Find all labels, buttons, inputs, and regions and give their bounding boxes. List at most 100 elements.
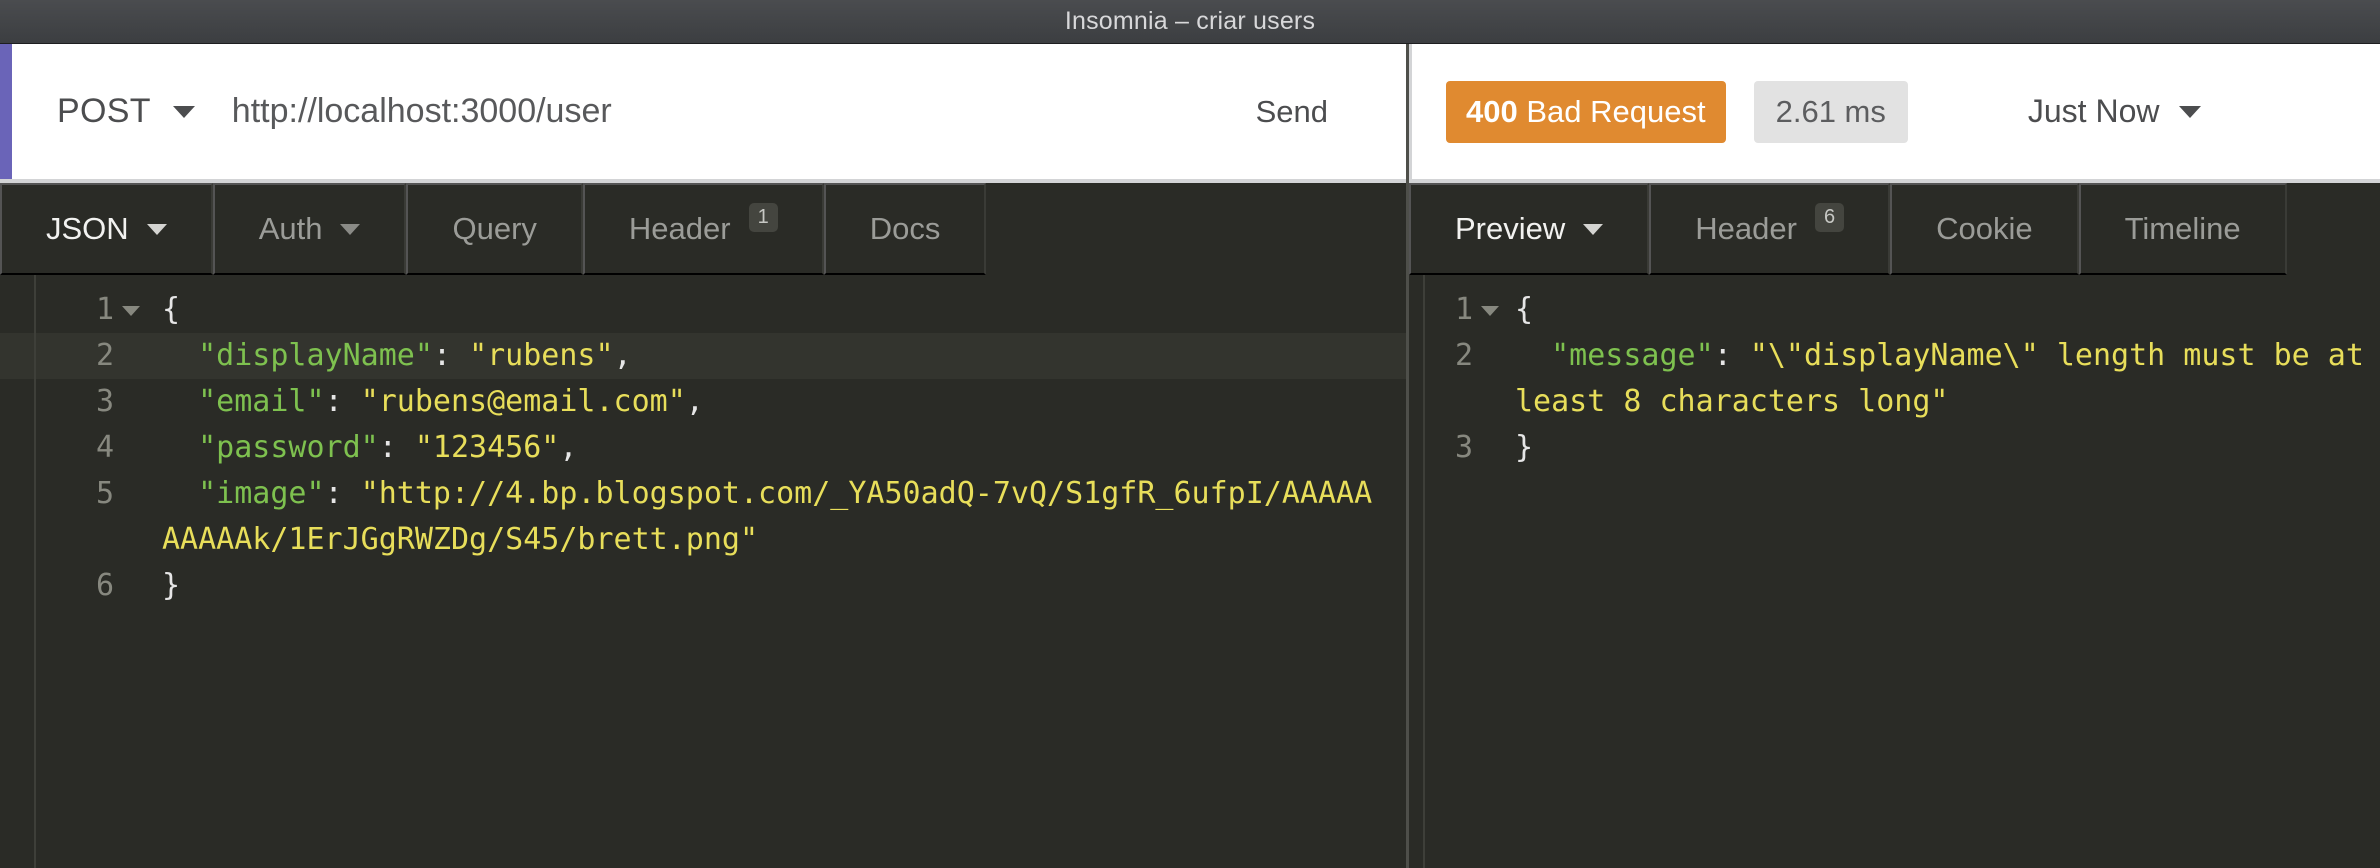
chevron-down-icon: [340, 223, 361, 235]
http-method-label: POST: [57, 92, 151, 130]
tab-request-header[interactable]: Header 1: [582, 183, 824, 275]
code-line: 3 "email": "rubens@email.com",: [0, 379, 1406, 425]
request-tab-bar: JSON Auth Query Header 1 Docs: [0, 183, 1406, 275]
tab-request-docs[interactable]: Docs: [823, 183, 987, 275]
token-punct: ,: [685, 384, 704, 419]
code-line: 1{: [1409, 287, 2380, 333]
tab-count-badge: 1: [748, 203, 778, 232]
code-content: "image": "http://4.bp.blogspot.com/_YA50…: [140, 471, 1406, 563]
token-str: "123456": [414, 430, 560, 465]
token-punct: [162, 338, 198, 373]
tab-response-header[interactable]: Header 6: [1649, 183, 1891, 275]
token-punct: :: [1713, 338, 1750, 373]
code-content: "email": "rubens@email.com",: [140, 379, 1406, 425]
code-content: }: [140, 563, 1406, 609]
code-line: 5 "image": "http://4.bp.blogspot.com/_YA…: [0, 471, 1406, 563]
response-pane: 400 Bad Request 2.61 ms Just Now Preview…: [1406, 44, 2380, 868]
tab-response-preview[interactable]: Preview: [1409, 183, 1650, 275]
token-punct: {: [162, 292, 181, 327]
workspace-accent-stripe: [0, 44, 12, 179]
fold-toggle-icon[interactable]: [1481, 305, 1499, 316]
code-line: 1{: [0, 287, 1406, 333]
token-punct: :: [324, 384, 361, 419]
fold-toggle-icon[interactable]: [122, 305, 140, 316]
token-key: "email": [198, 384, 325, 419]
code-content: {: [140, 287, 1406, 333]
response-tab-bar: Preview Header 6 Cookie Timeline: [1409, 183, 2380, 275]
tab-label: Header: [1695, 211, 1797, 246]
line-number: 1: [0, 287, 140, 333]
line-number: 5: [95, 476, 114, 511]
insomnia-window: Insomnia – criar users POST http://local…: [0, 0, 2380, 868]
code-content: "displayName": "rubens",: [140, 333, 1406, 379]
token-punct: {: [1515, 292, 1534, 327]
code-content: }: [1499, 425, 2380, 471]
token-punct: :: [432, 338, 470, 373]
tab-label: Docs: [869, 211, 941, 246]
tab-request-json[interactable]: JSON: [0, 183, 213, 275]
tab-request-auth[interactable]: Auth: [212, 183, 407, 275]
tab-label: Preview: [1455, 211, 1566, 246]
token-str: "rubens": [469, 338, 614, 373]
line-number: 2: [1454, 338, 1473, 373]
chevron-down-icon: [172, 105, 195, 118]
line-number: 4: [95, 430, 114, 465]
tab-response-timeline[interactable]: Timeline: [2078, 183, 2287, 275]
line-number: 3: [95, 384, 114, 419]
url-input[interactable]: http://localhost:3000/user: [232, 92, 1256, 131]
status-text: Bad Request: [1517, 93, 1706, 129]
line-number: 6: [95, 568, 114, 603]
token-key: "image": [198, 476, 325, 511]
code-line: 6}: [0, 563, 1406, 609]
title-bar: Insomnia – criar users: [0, 0, 2380, 44]
response-time-badge: 2.61 ms: [1753, 80, 1908, 143]
token-punct: ,: [613, 338, 632, 373]
response-body-viewer[interactable]: 1{2 "message": "\"displayName\" length m…: [1409, 275, 2380, 868]
code-content: "password": "123456",: [140, 425, 1406, 471]
chevron-down-icon: [146, 223, 167, 235]
token-str: "rubens@email.com": [360, 384, 686, 419]
token-punct: [162, 430, 198, 465]
token-punct: }: [162, 568, 181, 603]
code-line: 4 "password": "123456",: [0, 425, 1406, 471]
tab-response-cookie[interactable]: Cookie: [1890, 183, 2079, 275]
request-body-editor[interactable]: 1{2 "displayName": "rubens", 3 "email": "…: [0, 275, 1406, 868]
token-key: "message": [1551, 338, 1714, 373]
code-content: {: [1499, 287, 2380, 333]
send-button[interactable]: Send: [1256, 94, 1328, 130]
response-status-bar: 400 Bad Request 2.61 ms Just Now: [1409, 44, 2380, 183]
request-pane: POST http://localhost:3000/user Send JSO…: [0, 44, 1406, 868]
chevron-down-icon: [2179, 105, 2202, 118]
tab-label: Query: [452, 211, 537, 246]
tab-count-badge: 6: [1814, 203, 1845, 232]
token-punct: [1515, 338, 1551, 373]
http-method-dropdown[interactable]: POST: [57, 92, 195, 131]
code-line: 2 "displayName": "rubens",: [0, 333, 1406, 379]
response-history-dropdown[interactable]: Just Now: [2028, 93, 2202, 130]
tab-request-query[interactable]: Query: [406, 183, 583, 275]
tab-label: Timeline: [2124, 211, 2241, 246]
code-line: 2 "message": "\"displayName\" length mus…: [1409, 333, 2380, 425]
line-number: 1: [1409, 287, 1499, 333]
chevron-down-icon: [1583, 223, 1604, 235]
line-number: 3: [1454, 430, 1473, 465]
status-code: 400: [1466, 93, 1518, 129]
token-key: "displayName": [198, 338, 433, 373]
line-number: 2: [95, 338, 114, 373]
token-punct: [162, 384, 198, 419]
tab-label: Cookie: [1936, 211, 2033, 246]
response-history-label: Just Now: [2027, 93, 2160, 129]
token-punct: :: [378, 430, 415, 465]
status-badge[interactable]: 400 Bad Request: [1446, 80, 1726, 143]
token-key: "password": [198, 430, 379, 465]
token-punct: [162, 476, 198, 511]
tab-label: Header: [628, 211, 731, 246]
code-content: "message": "\"displayName\" length must …: [1499, 333, 2380, 425]
token-punct: }: [1515, 430, 1534, 465]
window-title: Insomnia – criar users: [1064, 7, 1316, 35]
request-url-bar: POST http://localhost:3000/user Send: [0, 44, 1406, 183]
code-line: 3}: [1409, 425, 2380, 471]
split-panes: POST http://localhost:3000/user Send JSO…: [0, 44, 2380, 868]
token-punct: :: [324, 476, 361, 511]
tab-label: Auth: [258, 211, 323, 246]
